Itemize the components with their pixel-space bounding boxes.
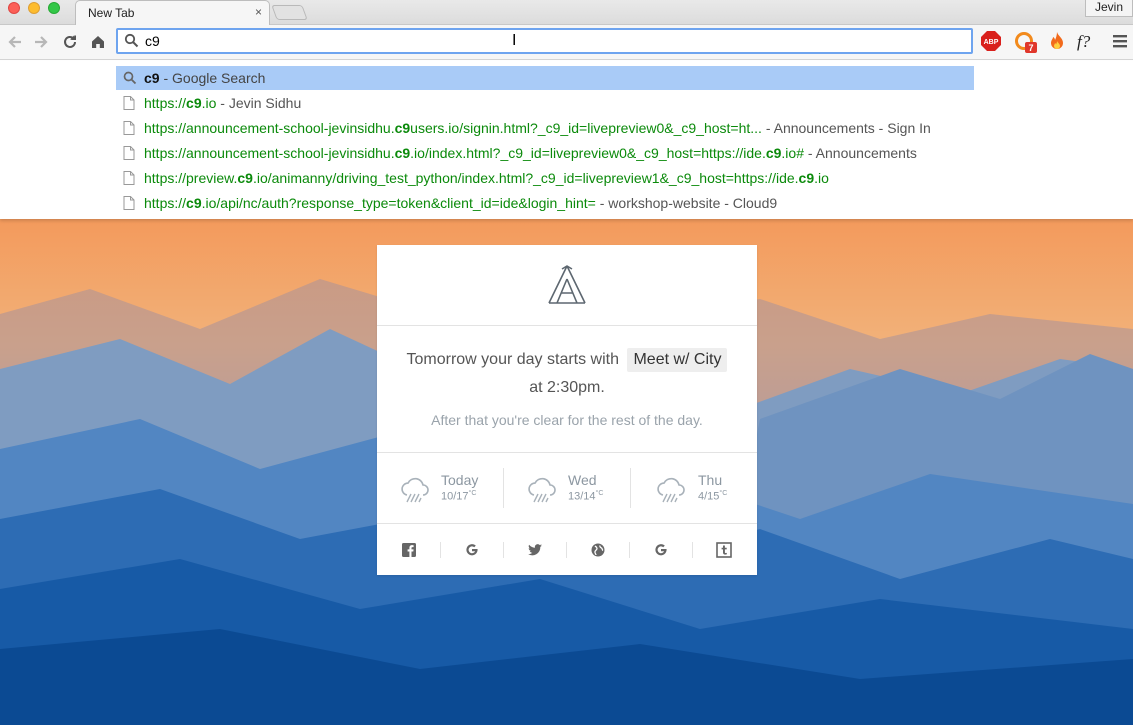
abp-icon[interactable]: ABP (980, 30, 1002, 52)
home-icon[interactable] (89, 33, 107, 51)
tab-close-icon[interactable]: × (255, 5, 262, 19)
suggestion-url-text: https://c9.io (144, 95, 217, 111)
back-icon[interactable] (6, 33, 24, 51)
page-icon (123, 196, 135, 210)
agenda-prefix: Tomorrow your day starts with (406, 351, 620, 368)
shortcut-bar (377, 524, 757, 575)
weather-day-name: Today (441, 472, 479, 488)
weather-forecast: Today 10/17°C Wed 13/14°C Thu 4/15°C (377, 453, 757, 524)
svg-text:f?: f? (1077, 32, 1091, 51)
shortcut-tumblr[interactable] (692, 538, 755, 562)
omnibox-suggestions: c9 - Google Search https://c9.io - Jevin… (0, 61, 1133, 219)
event-chip[interactable]: Meet w/ City (627, 348, 728, 372)
google-icon (466, 544, 478, 556)
font-finder-icon[interactable]: f? (1076, 30, 1098, 52)
close-window-button[interactable] (8, 2, 20, 14)
new-tab-button[interactable] (271, 5, 308, 20)
notification-icon[interactable]: 7 (1013, 30, 1039, 56)
zoom-window-button[interactable] (48, 2, 60, 14)
page-icon (123, 146, 135, 160)
dashboard-card: Tomorrow your day starts with Meet w/ Ci… (377, 245, 757, 575)
shortcut-globe[interactable] (566, 538, 629, 562)
weather-temps: 4/15°C (698, 490, 728, 503)
tent-logo-icon (548, 265, 586, 304)
logo-area (377, 245, 757, 326)
weather-temps: 10/17°C (441, 490, 477, 503)
suggestion-url-text: https://announcement-school-jevinsidhu.c… (144, 145, 804, 161)
suggestion-url-text: https://preview.c9.io/animanny/driving_t… (144, 170, 829, 186)
tumblr-icon (716, 542, 732, 558)
profile-button[interactable]: Jevin (1085, 0, 1133, 17)
suggestion-desc: - Jevin Sidhu (216, 95, 302, 111)
reload-icon[interactable] (61, 33, 79, 51)
menu-icon[interactable] (1109, 30, 1131, 52)
toolbar: c9 I ABP 7 f? (0, 25, 1133, 60)
globe-icon (591, 543, 605, 557)
suggestion-search[interactable]: c9 - Google Search (116, 66, 974, 90)
suggestion-url[interactable]: https://preview.c9.io/animanny/driving_t… (116, 166, 974, 190)
suggestion-url[interactable]: https://announcement-school-jevinsidhu.c… (116, 141, 974, 165)
omnibox[interactable]: c9 I (116, 28, 973, 54)
suggestion-url[interactable]: https://c9.io - Jevin Sidhu (116, 91, 974, 115)
suggestion-desc: - Google Search (159, 70, 266, 86)
shortcut-twitter[interactable] (503, 538, 566, 562)
tab-new-tab[interactable]: New Tab × (75, 0, 270, 26)
svg-text:ABP: ABP (984, 39, 999, 46)
google-icon (655, 544, 667, 556)
forward-icon[interactable] (32, 33, 50, 51)
omnibox-input[interactable]: c9 (145, 33, 160, 49)
title-bar: New Tab × Jevin (0, 0, 1133, 26)
rain-cloud-icon (401, 477, 429, 503)
agenda-subtext: After that you're clear for the rest of … (431, 412, 703, 428)
facebook-icon (402, 543, 416, 557)
suggestion-url-text: https://c9.io/api/nc/auth?response_type=… (144, 195, 596, 211)
shortcut-google-2[interactable] (629, 538, 692, 562)
page-icon (123, 171, 135, 185)
weather-temps: 13/14°C (568, 490, 604, 503)
weather-day-name: Thu (698, 472, 723, 488)
weather-day: Thu 4/15°C (630, 453, 756, 524)
page-icon (123, 121, 135, 135)
shortcut-google[interactable] (440, 538, 503, 562)
suggestion-desc: - Announcements - Sign In (761, 120, 931, 136)
shortcut-facebook[interactable] (377, 538, 440, 562)
suggestion-url-text: https://announcement-school-jevinsidhu.c… (144, 120, 762, 136)
suggestion-url[interactable]: https://c9.io/api/nc/auth?response_type=… (116, 191, 974, 215)
extension-badge: 7 (1028, 43, 1033, 53)
weather-day-name: Wed (568, 472, 597, 488)
rain-cloud-icon (528, 477, 556, 503)
suggestion-query: c9 (144, 70, 160, 86)
twitter-icon (528, 544, 542, 556)
page-icon (123, 96, 135, 110)
suggestion-desc: - Announcements (804, 145, 917, 161)
suggestion-url[interactable]: https://announcement-school-jevinsidhu.c… (116, 116, 974, 140)
rain-cloud-icon (657, 477, 685, 503)
search-icon (124, 33, 139, 48)
tab-title: New Tab (88, 6, 135, 20)
agenda-time: at 2:30pm. (529, 379, 605, 396)
weather-day: Today 10/17°C (377, 453, 503, 524)
suggestion-desc: - workshop-website - Cloud9 (595, 195, 778, 211)
weather-day: Wed 13/14°C (503, 453, 629, 524)
fire-icon[interactable] (1046, 30, 1068, 52)
agenda-section: Tomorrow your day starts with Meet w/ Ci… (377, 326, 757, 453)
text-cursor-icon: I (512, 32, 517, 49)
minimize-window-button[interactable] (28, 2, 40, 14)
search-icon (123, 71, 137, 85)
